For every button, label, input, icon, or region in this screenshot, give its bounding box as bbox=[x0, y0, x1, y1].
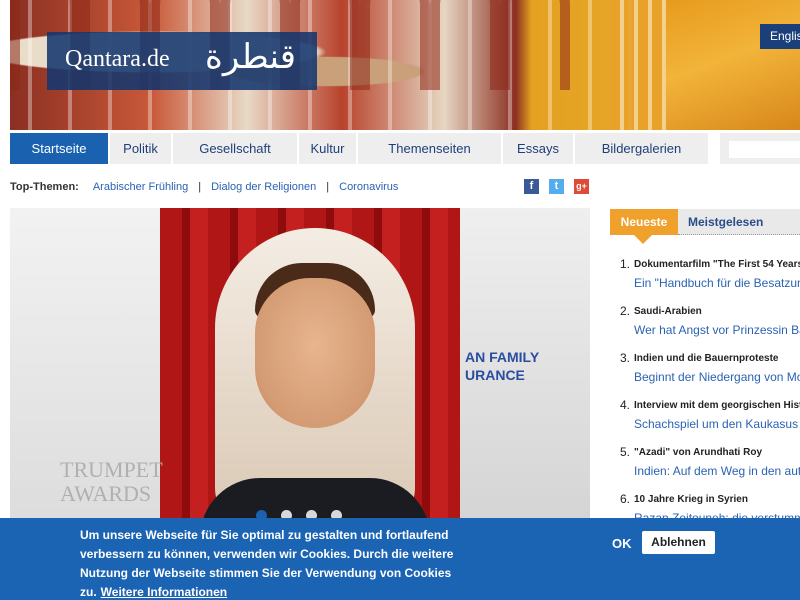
page: Qantara.de قنطرة English Startseite Poli… bbox=[0, 0, 800, 600]
article-headline-link[interactable]: Indien: Auf dem Weg in den autoritären S… bbox=[634, 464, 800, 478]
article-headline-link[interactable]: Schachspiel um den Kaukasus bbox=[634, 417, 800, 431]
article-headline-link[interactable]: Beginnt der Niedergang von Modi? bbox=[634, 370, 800, 384]
cookie-ok-button[interactable]: OK bbox=[612, 536, 632, 551]
search-box bbox=[720, 133, 800, 164]
tab-meistgelesen[interactable]: Meistgelesen bbox=[688, 209, 763, 235]
facebook-icon[interactable]: f bbox=[524, 179, 539, 194]
item-number: 3. bbox=[620, 351, 631, 365]
nav-tab-themenseiten[interactable]: Themenseiten bbox=[358, 133, 501, 164]
article-kicker: Interview mit dem georgischen Historiker bbox=[634, 400, 800, 411]
item-number: 2. bbox=[620, 304, 631, 318]
topic-separator: | bbox=[198, 181, 202, 193]
banner-arch bbox=[430, 0, 500, 90]
banner-arch bbox=[360, 0, 430, 90]
article-kicker: 10 Jahre Krieg in Syrien bbox=[634, 494, 748, 505]
banner-arch bbox=[500, 0, 570, 90]
logo-text: Qantara.de bbox=[65, 46, 170, 72]
top-topics-label: Top-Themen: bbox=[10, 181, 79, 193]
top-topics-bar: Top-Themen: Arabischer Frühling | Dialog… bbox=[10, 180, 398, 194]
list-item[interactable]: 5. "Azadi" von Arundhati Roy Indien: Auf… bbox=[616, 445, 800, 492]
site-logo[interactable]: Qantara.de قنطرة bbox=[47, 32, 317, 90]
list-item[interactable]: 4. Interview mit dem georgischen Histori… bbox=[616, 398, 800, 445]
twitter-icon[interactable]: t bbox=[549, 179, 564, 194]
main-navigation: Startseite Politik Gesellschaft Kultur T… bbox=[10, 133, 710, 164]
logo-arabic-text: قنطرة bbox=[205, 37, 296, 77]
hero-face bbox=[255, 278, 375, 428]
social-share-bar: f t g+ bbox=[524, 179, 589, 194]
list-item[interactable]: 2. Saudi-Arabien Wer hat Angst vor Prinz… bbox=[616, 304, 800, 351]
cookie-more-info-link[interactable]: Weitere Informationen bbox=[101, 585, 227, 599]
nav-tab-gesellschaft[interactable]: Gesellschaft bbox=[173, 133, 297, 164]
article-headline-link[interactable]: Ein "Handbuch für die Besatzung" bbox=[634, 276, 800, 290]
tab-divider bbox=[678, 233, 800, 235]
hero-slider-image[interactable]: AN FAMILY URANCE TRUMPET AWARDS bbox=[10, 208, 590, 528]
topic-link-arabischer-fruehling[interactable]: Arabischer Frühling bbox=[93, 181, 188, 193]
item-number: 5. bbox=[620, 445, 631, 459]
list-item[interactable]: 1. Dokumentarfilm "The First 54 Years" E… bbox=[616, 257, 800, 304]
cookie-reject-button[interactable]: Ablehnen bbox=[642, 531, 715, 554]
cookie-message: Um unsere Webseite für Sie optimal zu ge… bbox=[80, 526, 480, 600]
newest-articles-list: 1. Dokumentarfilm "The First 54 Years" E… bbox=[616, 257, 800, 539]
hero-backdrop-text: AN FAMILY URANCE bbox=[465, 349, 540, 383]
google-plus-icon[interactable]: g+ bbox=[574, 179, 589, 194]
article-headline-link[interactable]: Wer hat Angst vor Prinzessin Basmah? bbox=[634, 323, 800, 337]
article-tabs: Neueste Meistgelesen bbox=[610, 209, 800, 244]
nav-tab-politik[interactable]: Politik bbox=[110, 133, 171, 164]
article-kicker: Saudi-Arabien bbox=[634, 306, 702, 317]
article-kicker: Dokumentarfilm "The First 54 Years" bbox=[634, 259, 800, 270]
topic-link-dialog-der-religionen[interactable]: Dialog der Religionen bbox=[211, 181, 316, 193]
list-item[interactable]: 3. Indien und die Bauernproteste Beginnt… bbox=[616, 351, 800, 398]
nav-tab-essays[interactable]: Essays bbox=[503, 133, 573, 164]
search-input[interactable] bbox=[729, 141, 800, 158]
nav-tab-kultur[interactable]: Kultur bbox=[299, 133, 356, 164]
banner-orange-panel bbox=[666, 0, 800, 130]
item-number: 4. bbox=[620, 398, 631, 412]
article-kicker: Indien und die Bauernproteste bbox=[634, 353, 779, 364]
hero-award-text: TRUMPET AWARDS bbox=[60, 457, 163, 506]
language-switch-button[interactable]: English bbox=[760, 24, 800, 49]
cookie-consent-bar: Um unsere Webseite für Sie optimal zu ge… bbox=[0, 518, 800, 600]
nav-tab-startseite[interactable]: Startseite bbox=[10, 133, 108, 164]
nav-tab-bildergalerien[interactable]: Bildergalerien bbox=[575, 133, 708, 164]
tab-neueste[interactable]: Neueste bbox=[610, 209, 678, 235]
article-kicker: "Azadi" von Arundhati Roy bbox=[634, 447, 763, 458]
active-tab-arrow bbox=[634, 235, 652, 244]
topic-separator: | bbox=[326, 181, 330, 193]
header-banner: Qantara.de قنطرة bbox=[10, 0, 800, 130]
topic-link-coronavirus[interactable]: Coronavirus bbox=[339, 181, 398, 193]
item-number: 6. bbox=[620, 492, 631, 506]
item-number: 1. bbox=[620, 257, 631, 271]
